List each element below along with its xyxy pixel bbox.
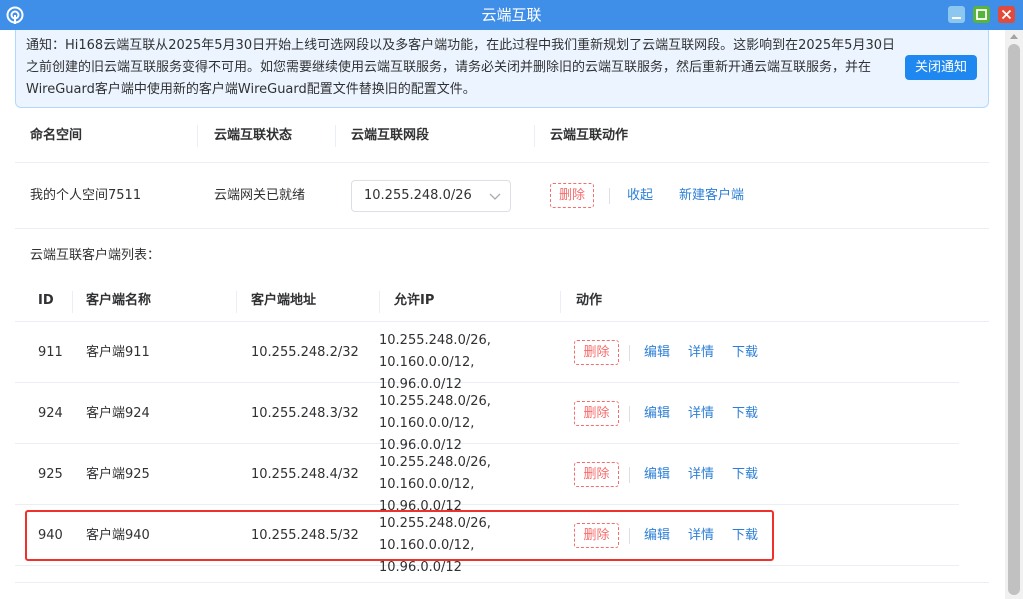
notice-banner: 通知：Hi168云端互联从2025年5月30日开始上线可选网段以及多客户端功能，…: [15, 30, 989, 108]
details-link[interactable]: 详情: [688, 322, 714, 383]
segment-select[interactable]: 10.255.248.0/26: [351, 180, 511, 212]
delete-namespace-button[interactable]: 删除: [550, 183, 594, 208]
title-bar: 云端互联: [0, 0, 1023, 30]
client-name: 客户端924: [86, 406, 150, 421]
client-address: 10.255.248.2/32: [251, 345, 359, 360]
table-row: 911 客户端911 10.255.248.2/32 10.255.248.0/26,…: [15, 322, 959, 392]
namespace-table-header: 命名空间 云端互联状态 云端互联网段 云端互联动作: [15, 108, 989, 163]
edit-link[interactable]: 编辑: [644, 322, 670, 383]
header-client-address: 客户端地址: [251, 293, 317, 308]
maximize-button[interactable]: [973, 6, 990, 23]
close-notice-button[interactable]: 关闭通知: [905, 55, 977, 80]
delete-client-button[interactable]: 删除: [574, 340, 619, 365]
delete-client-button[interactable]: 删除: [574, 462, 619, 487]
vertical-scrollbar[interactable]: [1005, 30, 1023, 599]
download-link[interactable]: 下载: [732, 383, 758, 444]
client-address: 10.255.248.4/32: [251, 467, 359, 482]
edit-link[interactable]: 编辑: [644, 444, 670, 505]
minimize-button[interactable]: [948, 6, 965, 23]
client-name: 客户端911: [86, 345, 150, 360]
header-status: 云端互联状态: [214, 128, 293, 143]
allowed-ip-line: 10.255.248.0/26,: [379, 455, 491, 470]
download-link[interactable]: 下载: [732, 322, 758, 383]
header-actions: 动作: [576, 293, 603, 308]
close-button[interactable]: [998, 6, 1015, 23]
client-address: 10.255.248.3/32: [251, 406, 359, 421]
header-segment: 云端互联网段: [351, 128, 430, 143]
namespace-name: 我的个人空间7511: [30, 188, 142, 203]
client-id: 925: [38, 467, 63, 482]
highlight-box: [25, 510, 774, 561]
header-id: ID: [38, 293, 54, 308]
client-table-header: ID 客户端名称 客户端地址 允许IP 动作: [15, 280, 989, 322]
download-link[interactable]: 下载: [732, 444, 758, 505]
table-row: 924 客户端924 10.255.248.3/32 10.255.248.0/26,…: [15, 383, 959, 453]
delete-client-button[interactable]: 删除: [574, 401, 619, 426]
chevron-down-icon: [489, 193, 501, 200]
client-id: 924: [38, 406, 63, 421]
scrollbar-thumb[interactable]: [1008, 44, 1020, 595]
segment-value: 10.255.248.0/26: [364, 188, 472, 203]
collapse-link[interactable]: 收起: [627, 163, 653, 229]
allowed-ip-line: 10.255.248.0/26,: [379, 394, 491, 409]
client-id: 911: [38, 345, 63, 360]
header-actions: 云端互联动作: [550, 128, 629, 143]
header-allowed-ip: 允许IP: [394, 293, 435, 308]
table-row: 925 客户端925 10.255.248.4/32 10.255.248.0/26,…: [15, 444, 959, 514]
edit-link[interactable]: 编辑: [644, 383, 670, 444]
header-namespace: 命名空间: [30, 128, 83, 143]
header-client-name: 客户端名称: [86, 293, 152, 308]
scroll-up-icon[interactable]: [1010, 34, 1018, 39]
details-link[interactable]: 详情: [688, 383, 714, 444]
client-list-label: 云端互联客户端列表：: [30, 248, 161, 263]
allowed-ip-line: 10.255.248.0/26,: [379, 333, 491, 348]
gateway-status: 云端网关已就绪: [214, 188, 306, 203]
window-title: 云端互联: [481, 6, 542, 24]
client-name: 客户端925: [86, 467, 150, 482]
details-link[interactable]: 详情: [688, 444, 714, 505]
notice-text: 通知：Hi168云端互联从2025年5月30日开始上线可选网段以及多客户端功能，…: [26, 38, 895, 97]
new-client-link[interactable]: 新建客户端: [679, 163, 744, 229]
namespace-row: 我的个人空间7511 云端网关已就绪 10.255.248.0/26 删除 收起…: [15, 163, 989, 229]
